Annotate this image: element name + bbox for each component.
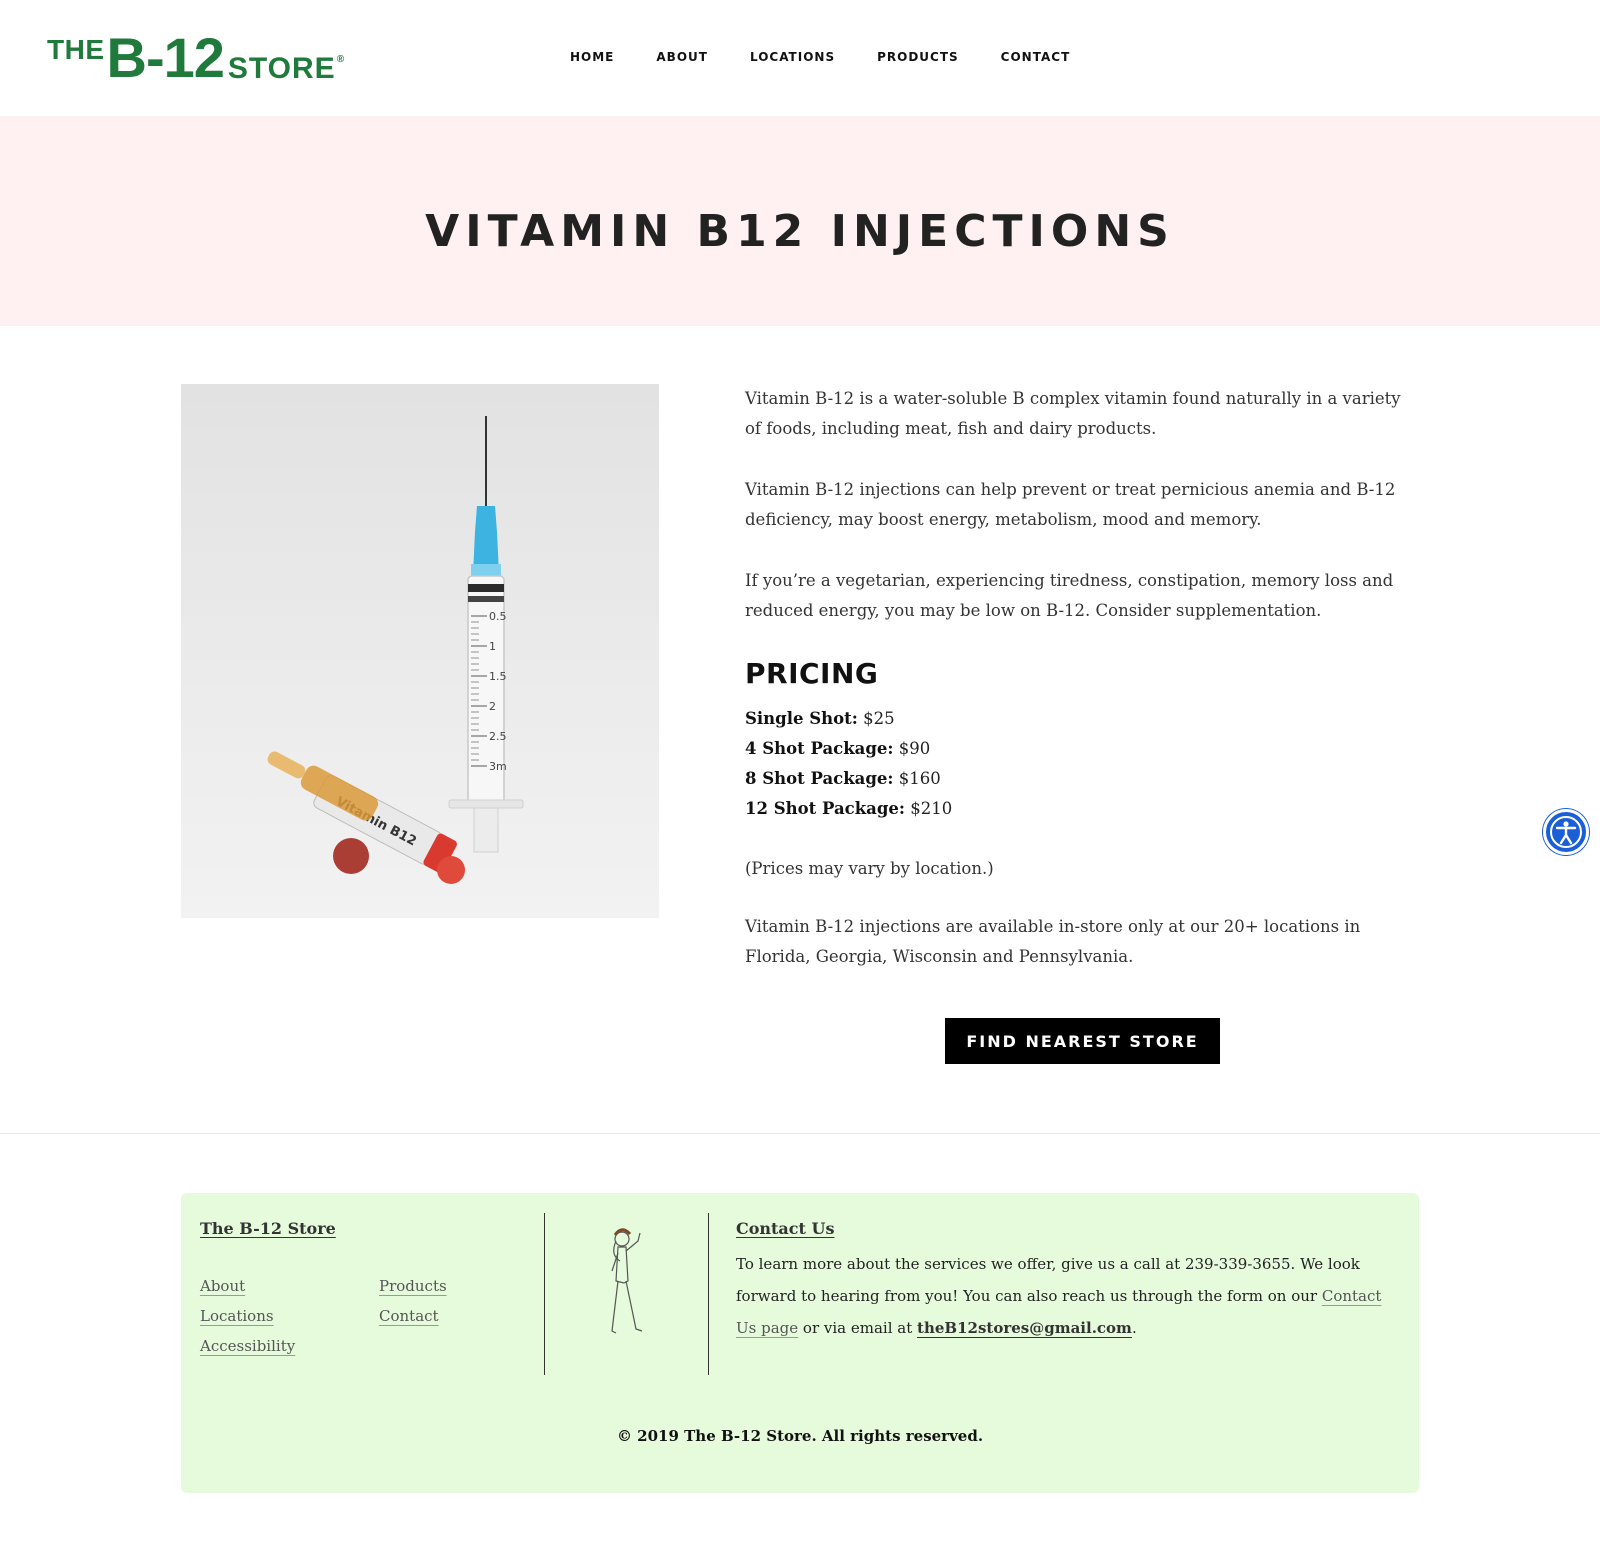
nurse-figure-icon [611,1228,643,1334]
pricing-heading: PRICING [745,657,879,690]
scale-label: 0.5 [489,610,507,623]
scale-label: 1.5 [489,670,507,683]
store-logo[interactable]: THE B-12 STORE ® [47,30,344,86]
footer-store-column: The B-12 Store About Locations Accessibi… [200,1219,540,1355]
site-header: THE B-12 STORE ® HOME ABOUT LOCATIONS PR… [0,0,1600,116]
nav-about[interactable]: ABOUT [656,50,708,64]
section-divider [0,1133,1600,1134]
price-12-shot: 12 Shot Package: $210 [745,794,1410,824]
copyright-text: © 2019 The B-12 Store. All rights reserv… [616,1427,984,1445]
page-title: VITAMIN B12 INJECTIONS [425,206,1175,257]
contact-email-link[interactable]: theB12stores@gmail.com [917,1319,1132,1337]
find-nearest-store-button[interactable]: FIND NEAREST STORE [945,1018,1220,1064]
nav-contact[interactable]: CONTACT [1001,50,1071,64]
footer-contact-text: To learn more about the services we offe… [736,1248,1396,1344]
price-4-shot: 4 Shot Package: $90 [745,734,1410,764]
scale-label: 1 [489,640,496,653]
nav-home[interactable]: HOME [570,50,614,64]
product-description: Vitamin B-12 is a water-soluble B comple… [745,384,1410,972]
scale-label: 2 [489,700,496,713]
footer-contact-title[interactable]: Contact Us [736,1219,1396,1238]
availability-text: Vitamin B-12 injections are available in… [745,917,1361,966]
price-note: (Prices may vary by location.) [745,859,994,878]
price-label: 12 Shot Package: [745,799,905,818]
footer-link-contact[interactable]: Contact [379,1307,439,1325]
contact-text-2: or via email at [798,1319,918,1337]
accessibility-button[interactable] [1543,809,1589,855]
price-value: $25 [857,709,895,728]
footer-link-products[interactable]: Products [379,1277,447,1295]
footer-store-title[interactable]: The B-12 Store [200,1219,540,1238]
price-value: $90 [893,739,931,758]
symptoms-paragraph: If you’re a vegetarian, experiencing tir… [745,571,1394,620]
price-8-shot: 8 Shot Package: $160 [745,764,1410,794]
price-value: $160 [893,769,941,788]
footer-divider-left [544,1213,545,1375]
nav-products[interactable]: PRODUCTS [877,50,959,64]
footer-link-locations[interactable]: Locations [200,1307,274,1325]
product-image: 0.5 1 1.5 2 2.5 3m Vitamin B12 [181,384,659,918]
hero-banner: VITAMIN B12 INJECTIONS [0,116,1600,326]
logo-store: STORE [227,52,336,85]
logo-registered: ® [336,54,345,65]
contact-text-1: To learn more about the services we offe… [736,1255,1360,1305]
footer-contact-column: Contact Us To learn more about the servi… [736,1219,1396,1344]
price-label: Single Shot: [745,709,858,728]
main-nav: HOME ABOUT LOCATIONS PRODUCTS CONTACT [570,50,1112,64]
price-label: 8 Shot Package: [745,769,894,788]
site-footer: The B-12 Store About Locations Accessibi… [181,1193,1419,1493]
scale-label: 2.5 [489,730,507,743]
logo-b12: B-12 [106,26,225,89]
logo-the: THE [47,34,105,65]
price-label: 4 Shot Package: [745,739,894,758]
contact-text-3: . [1131,1319,1137,1337]
footer-link-accessibility[interactable]: Accessibility [200,1337,295,1355]
scale-label: 3m [489,760,507,773]
price-single: Single Shot: $25 [745,704,1410,734]
benefits-paragraph: Vitamin B-12 injections can help prevent… [745,480,1396,529]
syringe-illustration: 0.5 1 1.5 2 2.5 3m Vitamin B12 [267,416,524,884]
footer-link-about[interactable]: About [200,1277,245,1295]
intro-paragraph: Vitamin B-12 is a water-soluble B comple… [745,389,1401,438]
price-value: $210 [904,799,953,818]
accessibility-icon [1550,816,1582,848]
footer-divider-right [708,1213,709,1375]
nav-locations[interactable]: LOCATIONS [750,50,835,64]
